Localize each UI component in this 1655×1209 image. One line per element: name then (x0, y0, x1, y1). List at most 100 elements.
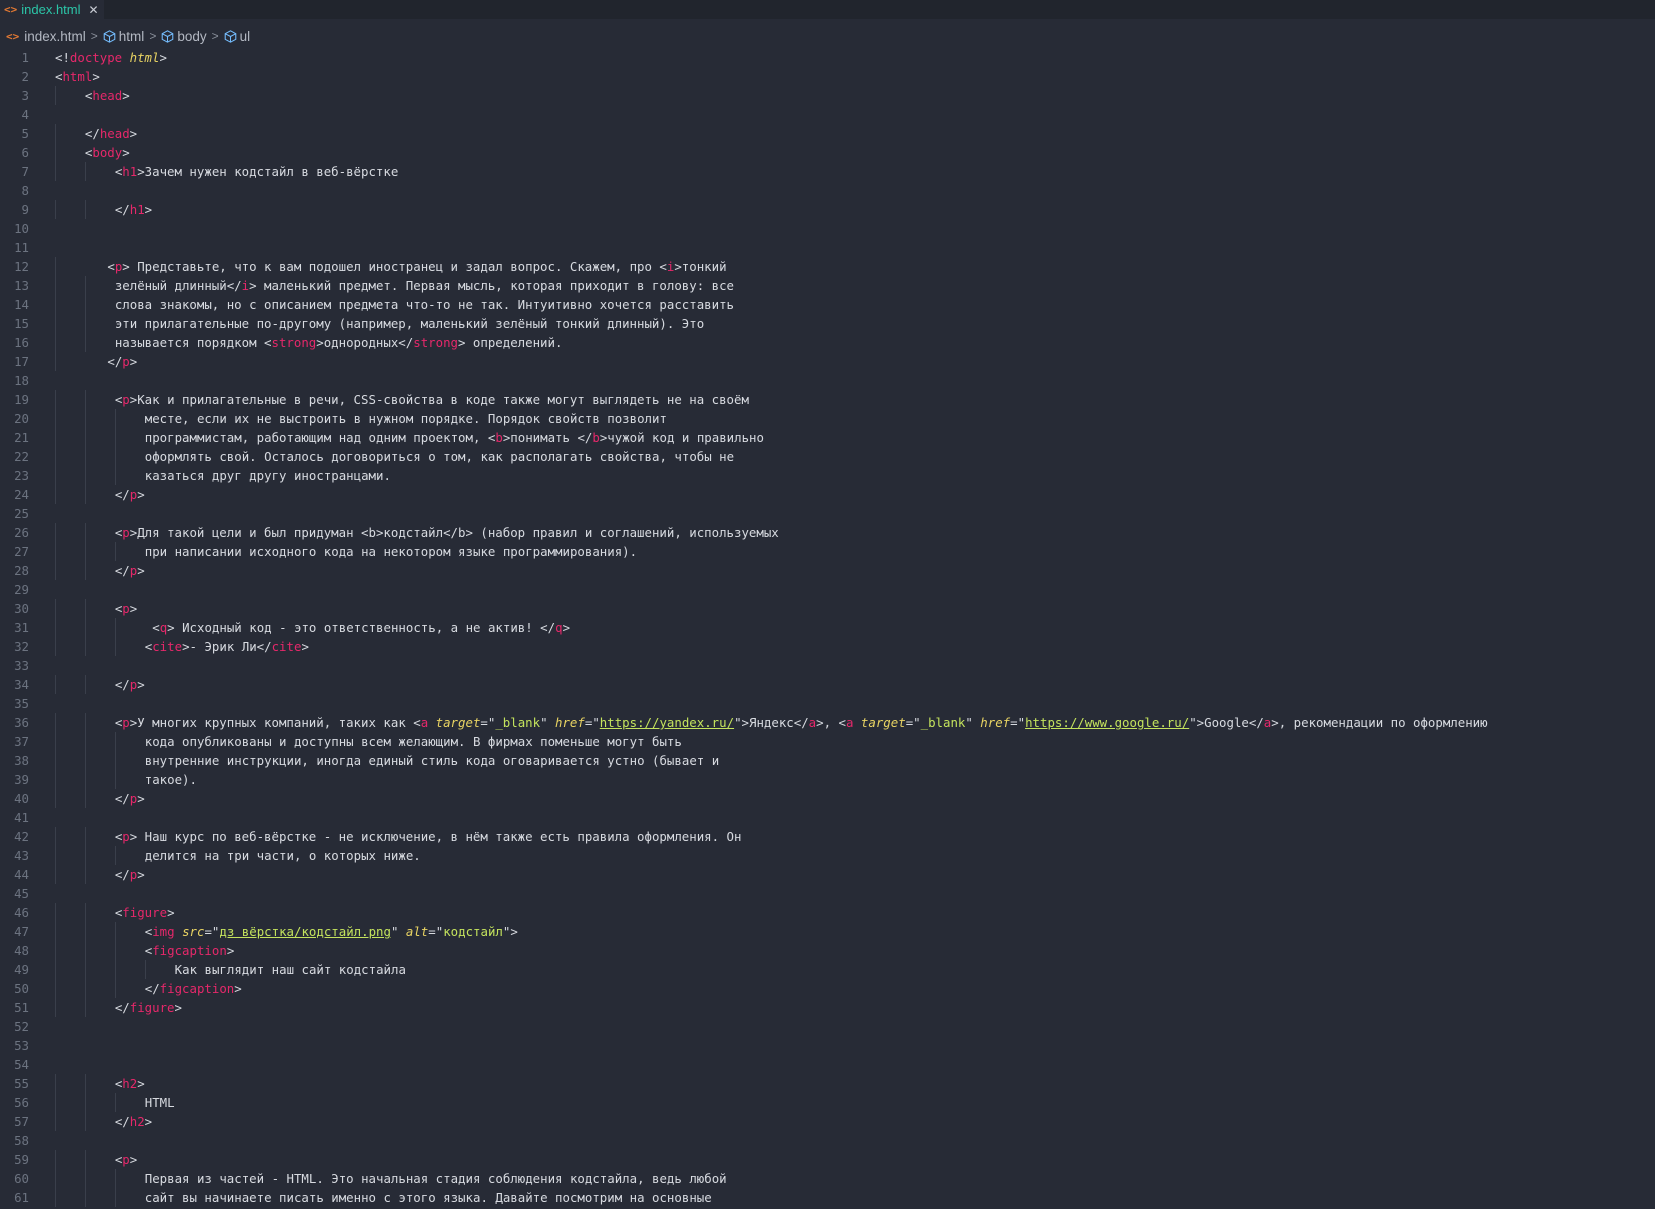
code-line[interactable]: 2 <html> (0, 67, 1655, 86)
code-editor[interactable]: 1 <!doctype html> 2 <html> 3 <head> 4 5 </head> 6… (0, 48, 1655, 1209)
code-token: p (122, 601, 130, 616)
code-line[interactable]: 25 (0, 504, 1655, 523)
code-text: </figure> (115, 998, 182, 1017)
code-line[interactable]: 3 <head> (0, 86, 1655, 105)
code-text: такое). (145, 770, 197, 789)
code-line[interactable]: 41 (0, 808, 1655, 827)
code-line[interactable]: 38 внутренние инструкции, иногда единый с… (0, 751, 1655, 770)
line-number: 56 (14, 1095, 29, 1110)
code-line[interactable]: 24 </p> (0, 485, 1655, 504)
code-line[interactable]: 27 при написании исходного кода на некото… (0, 542, 1655, 561)
code-line[interactable]: 18 (0, 371, 1655, 390)
code-line[interactable]: 56 HTML (0, 1093, 1655, 1112)
code-line[interactable]: 51 </figure> (0, 998, 1655, 1017)
breadcrumb-item-body[interactable]: body (161, 29, 207, 44)
code-line[interactable]: 53 (0, 1036, 1655, 1055)
indent-guide (55, 979, 56, 998)
code-line[interactable]: 12 <p> Представьте, что к вам подошел ино… (0, 257, 1655, 276)
code-line[interactable]: 19 <p>Как и прилагательные в речи, CSS-св… (0, 390, 1655, 409)
code-line[interactable]: 49 Как выглядит наш сайт кодстайла (0, 960, 1655, 979)
code-token: target (435, 715, 481, 730)
code-line[interactable]: 8 (0, 181, 1655, 200)
code-token: src (182, 924, 205, 939)
line-number: 59 (14, 1152, 29, 1167)
code-line[interactable]: 13 зелёный длинный</i> маленький предмет.… (0, 276, 1655, 295)
code-line[interactable]: 16 называется порядком <strong>однородных… (0, 333, 1655, 352)
code-line[interactable]: 55 <h2> (0, 1074, 1655, 1093)
code-line[interactable]: 58 (0, 1131, 1655, 1150)
code-line[interactable]: 26 <p>Для такой цели и был придуман <b>ко… (0, 523, 1655, 542)
indent-guide (55, 276, 56, 295)
code-line[interactable]: 28 </p> (0, 561, 1655, 580)
code-token: https://www.google.ru/ (1025, 715, 1190, 730)
code-line[interactable]: 43 делится на три части, о которых ниже. (0, 846, 1655, 865)
code-line[interactable]: 21 программистам, работающим над одним пр… (0, 428, 1655, 447)
code-text: <p> Наш курс по веб-вёрстке - не исключе… (115, 827, 742, 846)
indent-guide (55, 162, 56, 181)
code-text: <h1>Зачем нужен кодстайл в веб-вёрстке (115, 162, 398, 181)
code-text: сайт вы начинаете писать именно с этого … (145, 1188, 712, 1207)
code-line[interactable]: 9 </h1> (0, 200, 1655, 219)
breadcrumb-label: ul (239, 28, 251, 44)
code-line[interactable]: 6 <body> (0, 143, 1655, 162)
code-line[interactable]: 37 кода опубликованы и доступны всем жела… (0, 732, 1655, 751)
code-line[interactable]: 23 казаться друг другу иностранцами. (0, 466, 1655, 485)
code-line[interactable]: 4 (0, 105, 1655, 124)
code-line[interactable]: 22 оформлять свой. Осталось договориться … (0, 447, 1655, 466)
code-token: q (555, 620, 563, 635)
code-token: _blank (920, 715, 966, 730)
code-line[interactable]: 57 </h2> (0, 1112, 1655, 1131)
code-token: b (495, 430, 503, 445)
code-token: html (62, 69, 93, 84)
close-icon[interactable]: ✕ (89, 3, 99, 17)
code-token: ">Google</ (1189, 715, 1264, 730)
code-line[interactable]: 33 (0, 656, 1655, 675)
code-line[interactable]: 40 </p> (0, 789, 1655, 808)
code-token: " (540, 715, 556, 730)
code-line[interactable]: 1 <!doctype html> (0, 48, 1655, 67)
code-text: <h2> (115, 1074, 145, 1093)
code-line[interactable]: 14 слова знакомы, но с описанием предмета… (0, 295, 1655, 314)
code-line[interactable]: 20 месте, если их не выстроить в нужном п… (0, 409, 1655, 428)
code-line[interactable]: 47 <img src="дз вёрстка/кодстайл.png" alt… (0, 922, 1655, 941)
code-line[interactable]: 46 <figure> (0, 903, 1655, 922)
code-line[interactable]: 32 <cite>- Эрик Ли</cite> (0, 637, 1655, 656)
code-line[interactable]: 39 такое). (0, 770, 1655, 789)
code-line[interactable]: 17 </p> (0, 352, 1655, 371)
code-line[interactable]: 42 <p> Наш курс по веб-вёрстке - не исклю… (0, 827, 1655, 846)
code-line[interactable]: 60 Первая из частей - HTML. Это начальная… (0, 1169, 1655, 1188)
code-line[interactable]: 54 (0, 1055, 1655, 1074)
indent-guide (55, 1112, 56, 1131)
breadcrumb-item-html[interactable]: html (103, 29, 144, 44)
code-token: p (122, 715, 130, 730)
code-line[interactable]: 59 <p> (0, 1150, 1655, 1169)
tab-index-html[interactable]: <> index.html ✕ (0, 0, 104, 19)
code-line[interactable]: 45 (0, 884, 1655, 903)
breadcrumb-item-file[interactable]: <> index.html (6, 29, 86, 44)
code-line[interactable]: 30 <p> (0, 599, 1655, 618)
code-line[interactable]: 31 < q> Исходный код - это ответственность… (0, 618, 1655, 637)
code-line[interactable]: 48 <figcaption> (0, 941, 1655, 960)
code-token: < (107, 259, 115, 274)
breadcrumb-item-ul[interactable]: ul (224, 28, 251, 44)
code-line[interactable]: 52 (0, 1017, 1655, 1036)
code-line[interactable]: 7 <h1>Зачем нужен кодстайл в веб-вёрстке (0, 162, 1655, 181)
code-line[interactable]: 29 (0, 580, 1655, 599)
code-token: >тонкий (674, 259, 727, 274)
code-line[interactable]: 36 <p>У многих крупных компаний, таких ка… (0, 713, 1655, 732)
code-line[interactable]: 34 </p> (0, 675, 1655, 694)
line-number: 29 (14, 582, 29, 597)
code-line[interactable]: 11 (0, 238, 1655, 257)
indent-guide (84, 1074, 86, 1093)
code-line[interactable]: 10 (0, 219, 1655, 238)
indent-guide (114, 941, 116, 960)
code-line[interactable]: 15 эти прилагательные по-другому (наприме… (0, 314, 1655, 333)
line-number: 57 (14, 1114, 29, 1129)
code-line[interactable]: 35 (0, 694, 1655, 713)
code-line[interactable]: 61 сайт вы начинаете писать именно с этог… (0, 1188, 1655, 1207)
code-token: > (167, 905, 175, 920)
code-line[interactable]: 5 </head> (0, 124, 1655, 143)
code-line[interactable]: 44 </p> (0, 865, 1655, 884)
code-token: " (965, 715, 981, 730)
code-line[interactable]: 50 </figcaption> (0, 979, 1655, 998)
